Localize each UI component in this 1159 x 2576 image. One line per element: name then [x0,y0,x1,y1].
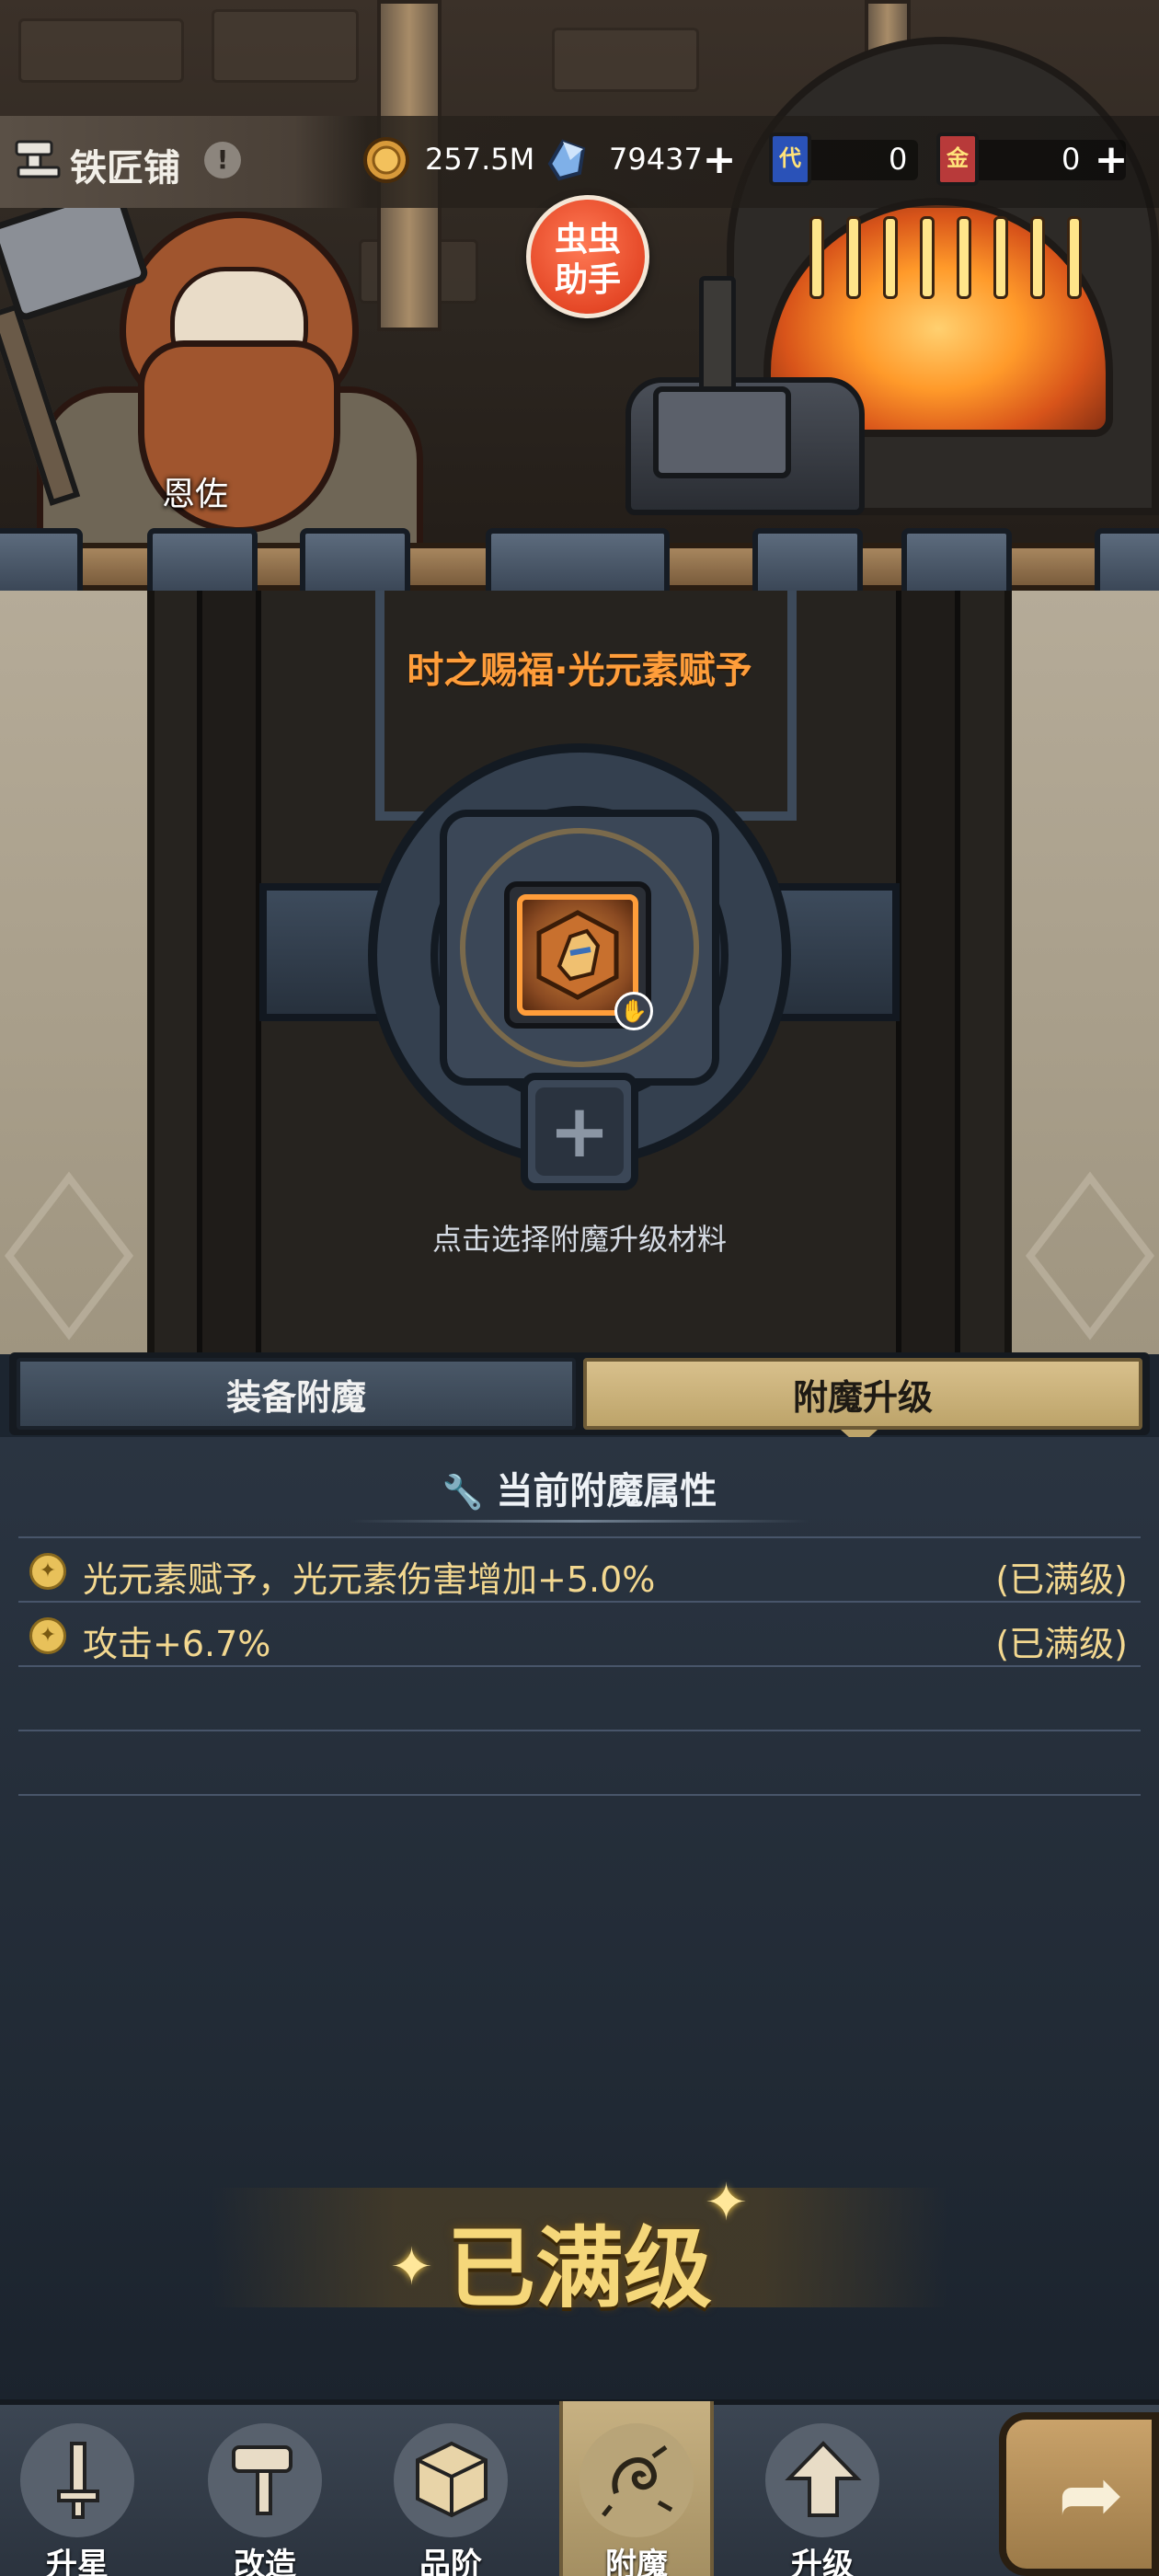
attribute-text: 光元素赋予，光元素伤害增加+5.0% [83,1559,656,1600]
ticket-a-count: 0 [889,142,908,177]
armor-glove-icon [536,910,619,1000]
attribute-row: ✦ 攻击+6.7% (已满级) [18,1604,1141,1665]
enchant-swirl-icon [602,2444,673,2517]
decor-diamond-left [4,1171,134,1340]
attribute-row: ✦ 光元素赋予，光元素伤害增加+5.0% (已满级) [18,1540,1141,1601]
add-card-button[interactable]: + [1093,140,1130,180]
assistant-label-line1: 虫虫 [554,221,621,259]
attribute-text: 攻击+6.7% [83,1624,271,1664]
hand-icon: ✋ [614,992,653,1030]
attributes-header-label: 当前附魔属性 [496,1470,717,1512]
npc-name: 恩佐 [162,476,229,513]
box-icon [416,2441,488,2518]
nav-label: 品阶 [419,2547,482,2576]
nav-upgrade[interactable]: 升级 [732,2410,898,2576]
attribute-status: (已满级) [995,1624,1128,1664]
up-arrow-icon [785,2441,862,2517]
nav-label: 升星 [46,2547,109,2576]
gold-amount: 257.5M [425,142,535,177]
nav-star-up[interactable]: 升星 [0,2410,153,2576]
star-badge-icon: ✦ [29,1617,66,1654]
select-material-hint: 点击选择附魔升级材料 [431,1222,727,1257]
star-badge-icon: ✦ [29,1553,66,1590]
sword-icon [57,2442,99,2519]
tab-equip-enchant[interactable]: 装备附魔 [17,1358,576,1430]
crystal-icon [547,139,586,181]
gold-coin-icon [363,137,409,183]
enchant-recipe-title: 时之赐福·光元素赋予 [407,650,752,692]
anvil-icon [15,140,61,178]
tab-enchant-upgrade[interactable]: 附魔升级 [583,1358,1142,1430]
nav-modify[interactable]: 改造 [175,2410,340,2576]
hammer [653,386,791,478]
info-icon[interactable]: ! [204,142,241,178]
max-level-text: 已满级 [447,2217,712,2320]
crystal-amount: 79437 [609,142,703,177]
shop-title: 铁匠铺 [70,147,180,190]
ticket-b-count: 0 [1061,142,1081,177]
sparkle-icon: ✦ [390,2237,433,2297]
forward-arrow-icon: ➦ [1057,2449,1125,2541]
nav-rank[interactable]: 品阶 [361,2410,526,2576]
assistant-button[interactable]: 虫虫 助手 [526,195,649,318]
assistant-label-line2: 助手 [554,261,621,299]
npc-blacksmith [0,183,442,570]
nav-label: 附魔 [605,2547,668,2576]
attribute-status: (已满级) [995,1559,1128,1600]
attributes-header: 🔧 当前附魔属性 [0,1461,1159,1514]
add-crystal-button[interactable]: + [701,140,738,180]
gold-card-icon: 金 [936,132,979,186]
sparkle-icon: ✦ [705,2173,748,2233]
hammer-icon [232,2445,293,2515]
add-material-button[interactable]: + [535,1087,624,1176]
ticket-card-icon: 代 [769,132,811,186]
nav-label: 升级 [791,2547,854,2576]
nav-enchant[interactable]: 附魔 [546,2410,712,2576]
decor-diamond-right [1025,1171,1155,1340]
nav-label: 改造 [234,2547,296,2576]
wrench-icon: 🔧 [442,1474,484,1512]
